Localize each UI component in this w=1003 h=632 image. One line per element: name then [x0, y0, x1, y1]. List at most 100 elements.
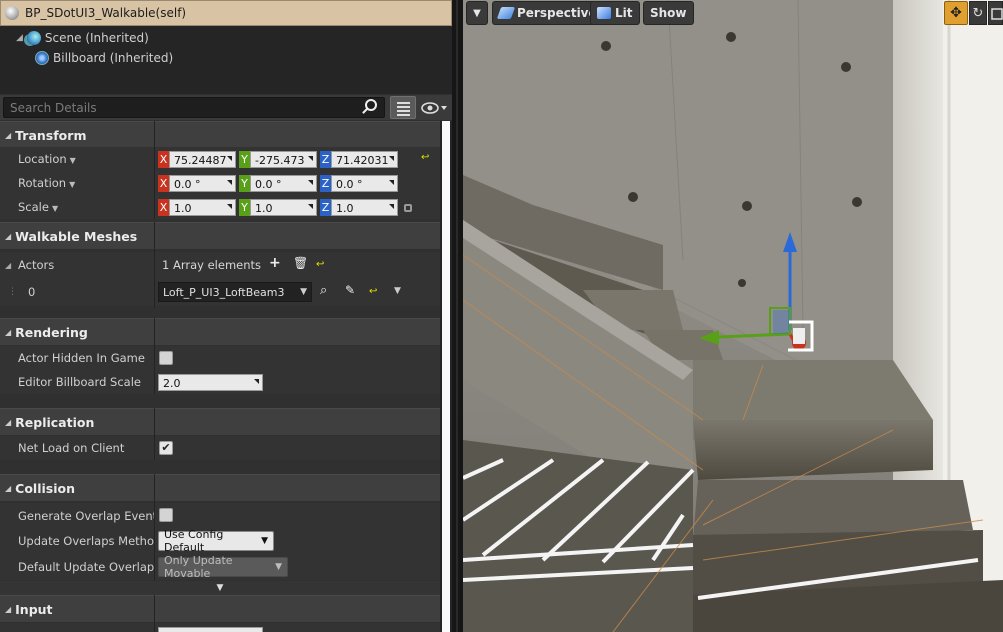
column-splitter[interactable]	[154, 318, 155, 394]
column-splitter[interactable]	[154, 222, 155, 308]
location-z[interactable]: Z 71.42031	[320, 150, 398, 168]
property-rotation: Rotation ▼ X 0.0 ° Y 0.0 ° Z 0.0 °	[0, 171, 440, 195]
column-splitter[interactable]	[154, 121, 155, 219]
visibility-eye-icon[interactable]	[420, 99, 450, 117]
collapse-triangle-icon[interactable]: ◢	[5, 484, 11, 493]
column-splitter[interactable]	[154, 408, 155, 460]
search-icon[interactable]	[365, 99, 377, 111]
category-label: Transform	[15, 127, 87, 143]
net-load-checkbox[interactable]: ✔	[159, 441, 173, 455]
property-billboard-scale: Editor Billboard Scale 2.0	[0, 370, 440, 394]
add-element-icon[interactable]: +	[269, 255, 281, 271]
delete-all-icon[interactable]: 🗑	[293, 256, 308, 270]
collapse-triangle-icon[interactable]: ◢	[5, 328, 11, 337]
perspective-button[interactable]: Perspective	[492, 1, 604, 25]
search-bar: Search Details	[0, 95, 452, 120]
eyedropper-icon[interactable]: ✎	[345, 283, 355, 297]
panel-splitter[interactable]	[452, 0, 463, 632]
drag-handle-icon[interactable]: ⋮	[8, 287, 17, 297]
collapse-triangle-icon[interactable]: ◢	[5, 418, 11, 427]
rotation-z[interactable]: Z 0.0 °	[320, 174, 398, 192]
rotation-x[interactable]: X 0.0 °	[158, 174, 236, 192]
input-field-partial[interactable]	[158, 627, 263, 632]
category-input[interactable]: ◢ Input	[0, 595, 440, 622]
translate-mode-icon[interactable]: ✥	[944, 1, 968, 25]
category-rendering[interactable]: ◢ Rendering	[0, 318, 440, 345]
viewport-options-button[interactable]: ▼	[466, 1, 488, 25]
property-update-overlaps-method: Update Overlaps Method Du Use Config Def…	[0, 528, 440, 554]
category-transform[interactable]: ◢ Transform	[0, 121, 440, 148]
category-label: Collision	[15, 480, 75, 496]
browse-search-icon[interactable]: ⌕	[320, 283, 327, 298]
billboard-scale-label: Editor Billboard Scale	[18, 375, 141, 389]
category-label: Input	[15, 601, 53, 617]
update-method-label: Update Overlaps Method Du	[18, 534, 154, 548]
billboard-component-icon	[35, 51, 49, 65]
collapse-triangle-icon[interactable]: ◢	[5, 232, 11, 241]
lit-button[interactable]: Lit	[590, 1, 640, 25]
lit-mode-icon	[597, 7, 611, 19]
chevron-down-icon[interactable]: ▼	[394, 286, 401, 296]
reset-to-default-icon[interactable]: ↩	[369, 286, 377, 297]
scene-component-icon	[26, 31, 41, 45]
category-replication[interactable]: ◢ Replication	[0, 408, 440, 435]
location-y[interactable]: Y -275.473	[239, 150, 317, 168]
scale-label[interactable]: Scale ▼	[18, 200, 154, 214]
category-walkable-meshes[interactable]: ◢ Walkable Meshes	[0, 222, 440, 249]
actor-titlebar[interactable]: BP_SDotUI3_Walkable(self)	[0, 0, 452, 26]
update-method-dropdown[interactable]: Use Config Default ▼	[158, 528, 274, 554]
actor-hidden-checkbox[interactable]	[159, 351, 173, 365]
viewport-scene[interactable]	[463, 0, 1003, 632]
details-scrollbar-thumb[interactable]	[442, 121, 450, 632]
default-update-label: Default Update Overlaps M	[18, 560, 154, 574]
rotation-y[interactable]: Y 0.0 °	[239, 174, 317, 192]
property-generate-overlap: Generate Overlap Events Du	[0, 503, 440, 528]
actors-label: Actors	[18, 258, 55, 272]
property-default-update-overlaps: Default Update Overlaps M Only Update Mo…	[0, 554, 440, 580]
actor-title: BP_SDotUI3_Walkable(self)	[25, 6, 187, 20]
tree-item-scene[interactable]: ◢ Scene (Inherited)	[16, 28, 149, 48]
scale-x[interactable]: X 1.0	[158, 198, 236, 216]
tree-item-label: Billboard (Inherited)	[53, 51, 174, 65]
array-index: 0	[28, 285, 36, 299]
collapse-triangle-icon[interactable]: ◢	[5, 605, 11, 614]
actor-hidden-label: Actor Hidden In Game	[18, 351, 145, 365]
tree-item-label: Scene (Inherited)	[44, 31, 149, 45]
property-location: Location ▼ X 75.24487 Y -275.473 Z 71.42031 …	[0, 147, 440, 171]
scale-z[interactable]: Z 1.0	[320, 198, 398, 216]
editor-root: BP_SDotUI3_Walkable(self) ◢ Scene (Inher…	[0, 0, 1003, 632]
rotate-mode-icon[interactable]: ↻	[969, 1, 987, 25]
lock-icon[interactable]	[404, 204, 412, 212]
property-matrix-button[interactable]	[390, 96, 416, 119]
category-label: Walkable Meshes	[15, 228, 138, 244]
reset-to-default-icon[interactable]: ↩	[316, 259, 324, 270]
collapse-triangle-icon[interactable]: ◢	[5, 261, 11, 270]
component-tree: ◢ Scene (Inherited) Billboard (Inherited…	[0, 26, 452, 94]
array-count: 1 Array elements	[162, 258, 262, 272]
billboard-scale-field[interactable]: 2.0	[158, 374, 263, 391]
array-element-0: ⋮ 0 Loft_P_UI3_LoftBeam3 ▼ ⌕ ✎ ↩ ▼	[0, 278, 440, 306]
collapse-triangle-icon[interactable]: ◢	[5, 131, 11, 140]
advanced-expand-button[interactable]: ▼	[0, 581, 440, 595]
search-details-input[interactable]: Search Details	[3, 97, 385, 118]
property-input-partial	[0, 623, 440, 632]
location-x[interactable]: X 75.24487	[158, 150, 236, 168]
category-label: Rendering	[15, 324, 88, 340]
column-splitter[interactable]	[154, 474, 155, 580]
location-label[interactable]: Location ▼	[18, 152, 154, 166]
scale-mode-icon[interactable]	[988, 1, 1003, 25]
actor-picker-combo[interactable]: Loft_P_UI3_LoftBeam3 ▼	[158, 282, 312, 302]
perspective-icon	[496, 7, 516, 19]
sphere-icon	[5, 6, 19, 20]
generate-overlap-checkbox[interactable]	[159, 508, 173, 522]
scale-y[interactable]: Y 1.0	[239, 198, 317, 216]
default-update-dropdown[interactable]: Only Update Movable ▼	[158, 554, 288, 580]
show-button[interactable]: Show	[643, 1, 694, 25]
column-splitter[interactable]	[154, 595, 155, 632]
category-collision[interactable]: ◢ Collision	[0, 474, 440, 501]
level-viewport[interactable]: ▼ Perspective Lit Show ✥ ↻	[463, 0, 1003, 632]
collapse-triangle-icon[interactable]: ◢	[16, 33, 23, 43]
tree-item-billboard[interactable]: Billboard (Inherited)	[35, 48, 173, 68]
reset-to-default-icon[interactable]: ↩	[421, 152, 429, 163]
rotation-label[interactable]: Rotation ▼	[18, 176, 154, 190]
